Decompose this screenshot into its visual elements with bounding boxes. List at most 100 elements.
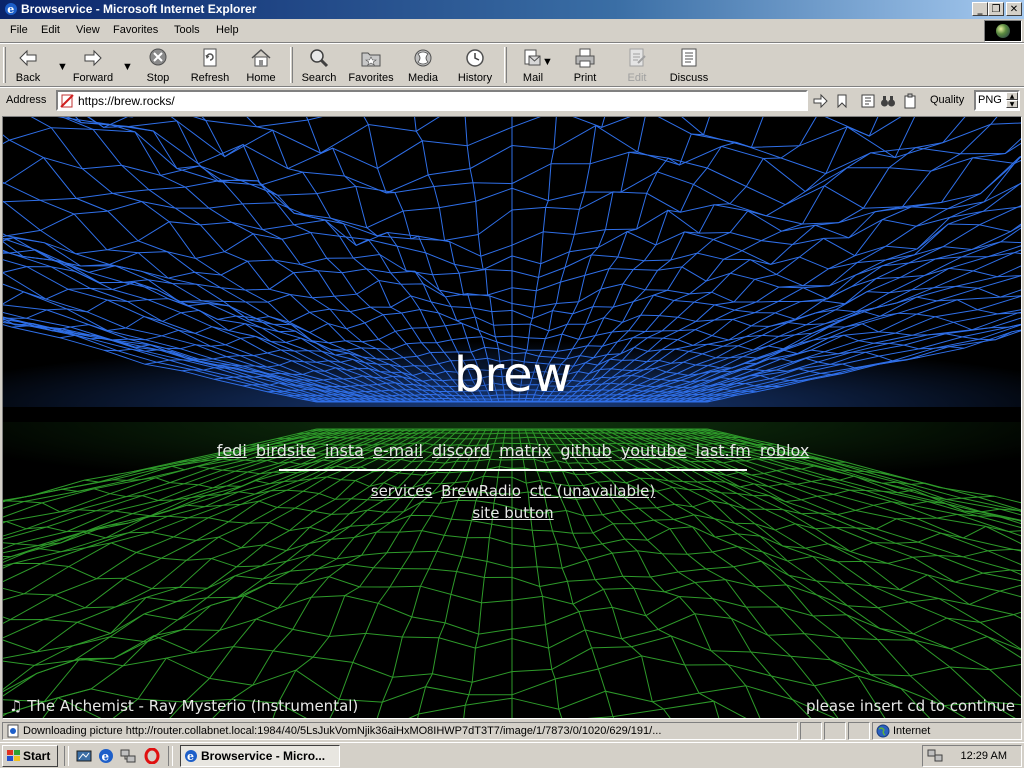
bookmark-icon[interactable] (834, 93, 850, 109)
discuss-button[interactable]: Discuss (666, 47, 712, 85)
mail-icon (524, 49, 541, 66)
ie-throbber (984, 20, 1022, 42)
refresh-icon (203, 48, 217, 67)
music-note-icon: ♫ (9, 697, 23, 715)
edit-page-icon (629, 48, 646, 67)
toolbar-divider (290, 47, 293, 83)
forward-button[interactable]: Forward (70, 47, 116, 85)
menu-view[interactable]: View (76, 24, 100, 36)
minimize-button[interactable]: _ (972, 2, 988, 16)
toolbar-grip (3, 47, 6, 83)
quality-select[interactable]: PNG ▲ ▼ (974, 90, 1020, 111)
ie-task-icon: e (185, 750, 197, 763)
windows-logo-icon (7, 750, 20, 761)
quality-up-icon[interactable]: ▲ (1006, 92, 1018, 100)
start-button[interactable]: Start (2, 745, 58, 767)
link-birdsite[interactable]: birdsite (256, 441, 316, 460)
quicklaunch-grip (64, 746, 69, 766)
stop-icon (149, 48, 167, 66)
address-input[interactable]: https://brew.rocks/ (56, 90, 808, 111)
link-email[interactable]: e-mail (373, 441, 423, 460)
link-fedi[interactable]: fedi (217, 441, 247, 460)
ie-quicklaunch-icon[interactable]: e (98, 748, 114, 764)
history-button[interactable]: History (454, 47, 496, 85)
show-desktop-icon[interactable] (76, 748, 92, 764)
broken-page-icon (60, 94, 74, 108)
link-discord[interactable]: discord (432, 441, 490, 460)
history-clock-icon (466, 49, 484, 67)
status-pane-blank (824, 722, 846, 740)
menu-file[interactable]: File (10, 24, 28, 36)
service-links: services BrewRadio ctc (unavailable) (3, 482, 1021, 500)
menu-bar: File Edit View Favorites Tools Help (0, 20, 980, 42)
link-matrix[interactable]: matrix (499, 441, 551, 460)
clipboard-icon[interactable] (902, 93, 918, 109)
restore-button[interactable]: ❐ (988, 2, 1004, 16)
network-tray-icon[interactable] (927, 749, 943, 763)
back-button[interactable]: Back (8, 47, 48, 85)
address-label: Address (6, 94, 47, 106)
now-playing[interactable]: ♫ The Alchemist - Ray Mysterio (Instrume… (9, 697, 358, 715)
back-dropdown-icon[interactable]: ▼ (57, 61, 68, 73)
address-bar: Address https://brew.rocks/ Quality PNG … (0, 88, 1024, 113)
close-button[interactable]: ✕ (1006, 2, 1022, 16)
status-bar: Downloading picture http://router.collab… (0, 721, 1024, 741)
menu-favorites[interactable]: Favorites (113, 24, 158, 36)
forward-dropdown-icon[interactable]: ▼ (122, 61, 133, 73)
discuss-icon (681, 48, 697, 67)
stop-button[interactable]: Stop (138, 47, 178, 85)
favorites-button[interactable]: Favorites (346, 47, 396, 85)
taskbar-grip (168, 746, 173, 766)
link-brewradio[interactable]: BrewRadio (441, 482, 521, 500)
system-tray: 12:29 AM (922, 745, 1022, 767)
menu-edit[interactable]: Edit (41, 24, 60, 36)
refresh-button[interactable]: Refresh (188, 47, 232, 85)
now-playing-text: The Alchemist - Ray Mysterio (Instrument… (27, 697, 359, 715)
ie-icon: e (5, 3, 17, 16)
status-message-pane: Downloading picture http://router.collab… (2, 722, 798, 740)
find-page-icon[interactable] (860, 93, 876, 109)
home-icon (251, 48, 271, 67)
status-pane-blank (848, 722, 870, 740)
opera-icon[interactable] (144, 748, 160, 764)
print-button[interactable]: Print (566, 47, 604, 85)
menu-help[interactable]: Help (216, 24, 239, 36)
menu-tools[interactable]: Tools (174, 24, 200, 36)
misc-links: site button (3, 504, 1021, 522)
taskbar: Start e e Browservice - Micro... 12:29 A… (0, 742, 1024, 768)
printer-icon (575, 48, 595, 68)
binoculars-icon[interactable] (880, 93, 896, 109)
link-lastfm[interactable]: last.fm (696, 441, 751, 460)
task-browservice[interactable]: e Browservice - Micro... (180, 745, 340, 767)
svg-text:e: e (187, 750, 194, 763)
window-title: Browservice - Microsoft Internet Explore… (21, 2, 257, 16)
page-viewport[interactable]: brew fedi birdsite insta e-mail discord … (2, 116, 1022, 719)
status-pane-blank (800, 722, 822, 740)
zone-text: Internet (893, 725, 931, 737)
search-button[interactable]: Search (298, 47, 340, 85)
edit-button[interactable]: Edit (618, 47, 656, 85)
link-insta[interactable]: insta (325, 441, 364, 460)
browser-window: e Browservice - Microsoft Internet Explo… (0, 0, 1024, 742)
link-site-button[interactable]: site button (472, 504, 553, 522)
title-bar[interactable]: e Browservice - Microsoft Internet Explo… (0, 0, 1024, 19)
home-button[interactable]: Home (242, 47, 280, 85)
network-icon[interactable] (120, 748, 136, 764)
search-icon (310, 49, 329, 68)
go-arrow-icon[interactable] (812, 93, 828, 109)
media-button[interactable]: Media (404, 47, 442, 85)
page-loading-icon (7, 724, 19, 738)
link-services[interactable]: services (371, 482, 433, 500)
svg-text:e: e (102, 750, 110, 764)
quality-label: Quality (930, 94, 965, 106)
link-github[interactable]: github (560, 441, 611, 460)
zone-pane[interactable]: Internet (872, 722, 1022, 740)
mail-dropdown-icon[interactable]: ▼ (542, 56, 553, 68)
clock[interactable]: 12:29 AM (961, 750, 1007, 762)
link-youtube[interactable]: youtube (621, 441, 687, 460)
link-roblox[interactable]: roblox (760, 441, 809, 460)
quality-down-icon[interactable]: ▼ (1006, 100, 1018, 108)
favorites-folder-icon (361, 52, 381, 67)
link-ctc[interactable]: ctc (unavailable) (530, 482, 656, 500)
quality-value: PNG (978, 94, 1002, 106)
